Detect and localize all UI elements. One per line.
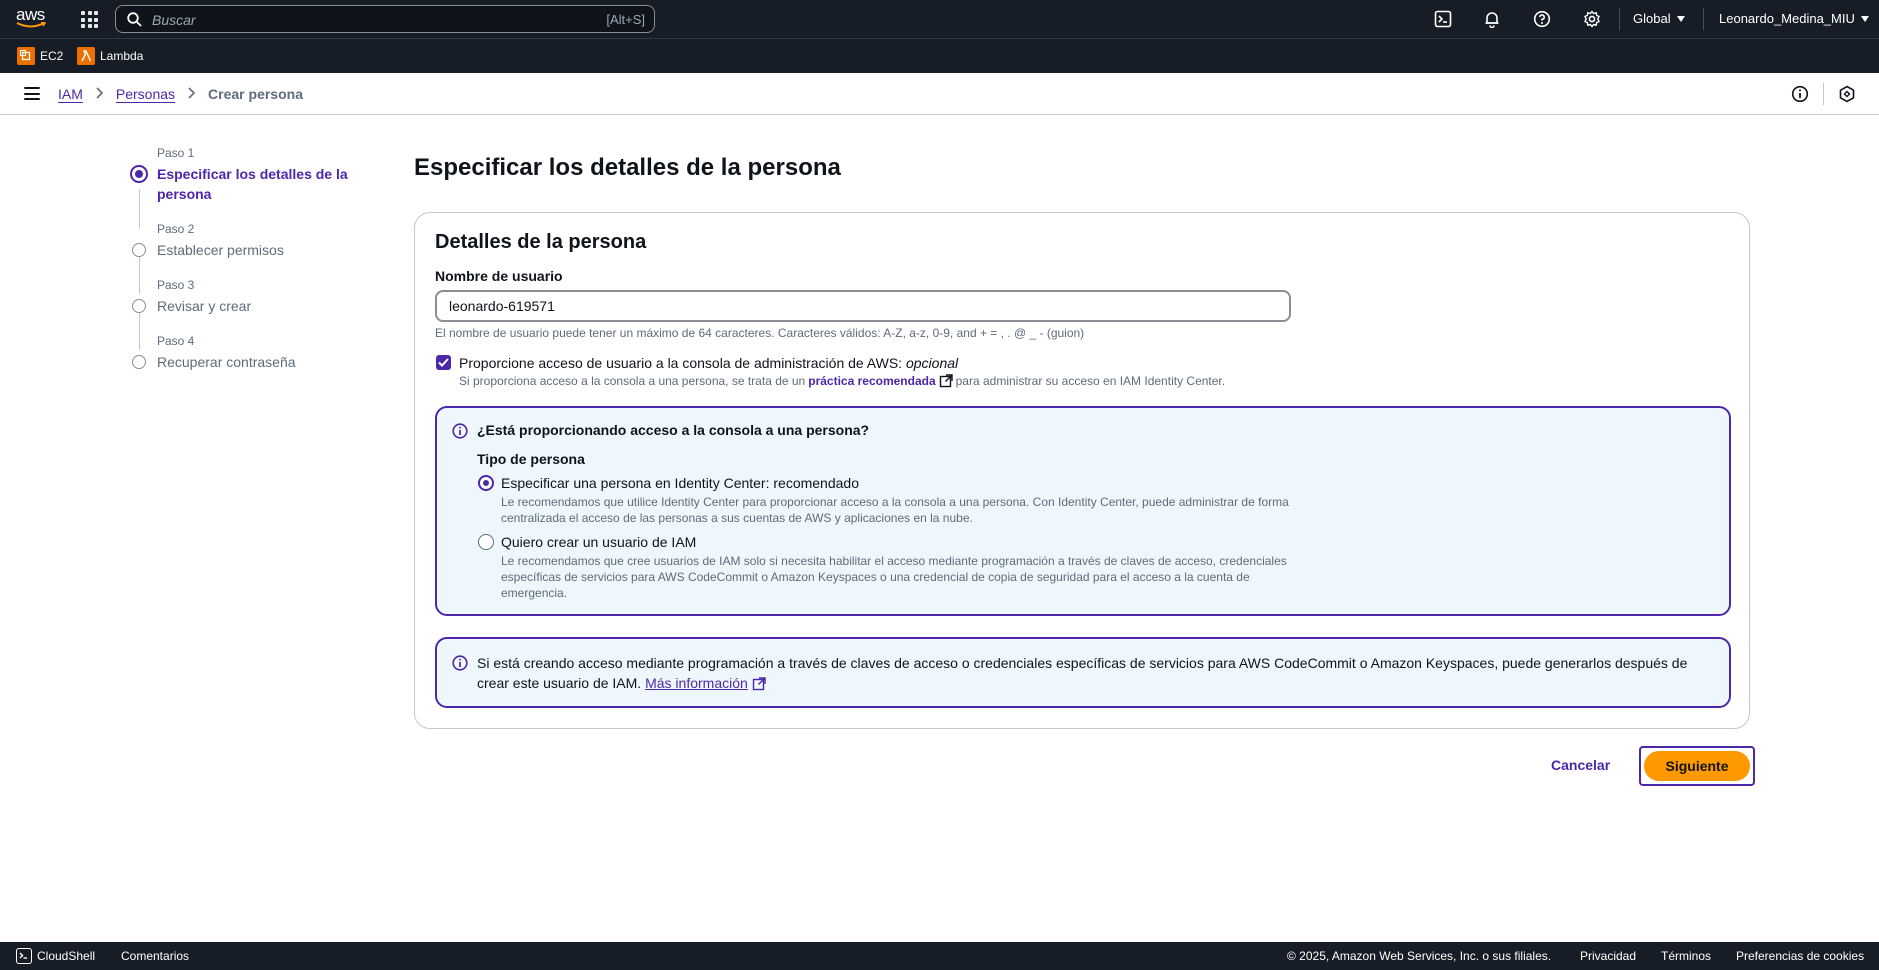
menu-icon[interactable]: [24, 87, 40, 100]
cloudshell-icon[interactable]: [16, 948, 32, 964]
info-icon[interactable]: [1791, 85, 1809, 103]
footer-cloudshell[interactable]: CloudShell: [37, 949, 95, 963]
breadcrumb-bar: IAM Personas Crear persona: [0, 73, 1879, 115]
favorite-label: Lambda: [100, 49, 144, 63]
chevron-right-icon: [187, 86, 196, 102]
user-details-panel: Detalles de la persona Nombre de usuario…: [414, 212, 1750, 729]
info-box-text: Si está creando acceso mediante programa…: [477, 653, 1707, 693]
chevron-down-icon: [1860, 15, 1869, 22]
option-identity-center-desc: Le recomendamos que utilice Identity Cen…: [501, 495, 1289, 525]
console-access-info-box: ¿Está proporcionando acceso a la consola…: [435, 406, 1731, 616]
person-type-label: Tipo de persona: [477, 451, 585, 467]
account-menu[interactable]: Leonardo_Medina_MIU: [1719, 11, 1869, 26]
step-indicator: [132, 243, 146, 257]
breadcrumb-current: Crear persona: [208, 86, 303, 102]
console-desc-before: Si proporciona acceso a la consola a una…: [459, 374, 806, 388]
aws-logo[interactable]: aws: [16, 5, 50, 31]
console-access-label[interactable]: Proporcione acceso de usuario a la conso…: [459, 355, 958, 371]
help-icon[interactable]: [1532, 9, 1552, 29]
breadcrumb-personas[interactable]: Personas: [116, 86, 175, 102]
optional-text: opcional: [905, 355, 959, 371]
cloudshell-icon[interactable]: [1433, 9, 1453, 29]
favorite-label: EC2: [40, 49, 64, 63]
breadcrumb: IAM Personas Crear persona: [58, 86, 303, 102]
learn-more-link[interactable]: Más información: [645, 675, 748, 691]
step-1: Paso 1 Especificar los detalles de la pe…: [130, 146, 372, 204]
account-name: Leonardo_Medina_MIU: [1719, 11, 1855, 26]
step-2: Paso 2 Establecer permisos: [130, 222, 284, 260]
step-indicator: [130, 165, 148, 183]
option-iam-user-desc: Le recomendamos que cree usuarios de IAM…: [501, 554, 1287, 600]
region-selector[interactable]: Global: [1633, 11, 1685, 26]
gear-icon[interactable]: [1582, 9, 1602, 29]
next-button[interactable]: Siguiente: [1644, 751, 1750, 781]
step-3: Paso 3 Revisar y crear: [130, 278, 251, 316]
footer: CloudShell Comentarios © 2025, Amazon We…: [0, 942, 1879, 970]
external-link-icon: [939, 374, 953, 388]
option-iam-user-title[interactable]: Quiero crear un usuario de IAM: [501, 534, 696, 550]
footer-copyright: © 2025, Amazon Web Services, Inc. o sus …: [1287, 949, 1552, 963]
username-input[interactable]: [435, 290, 1291, 322]
top-navigation: aws Buscar [Alt+S] Global Leonardo_Medin…: [0, 0, 1879, 38]
search-shortcut: [Alt+S]: [606, 12, 645, 27]
footer-terms[interactable]: Términos: [1661, 949, 1711, 963]
favorites-bar: EC2 Lambda: [0, 38, 1879, 73]
breadcrumb-iam[interactable]: IAM: [58, 86, 83, 102]
panel-title: Detalles de la persona: [435, 231, 647, 253]
footer-privacy[interactable]: Privacidad: [1580, 949, 1636, 963]
best-practice-link[interactable]: práctica recomendada: [808, 374, 935, 388]
next-button-focus-ring: Siguiente: [1639, 746, 1755, 786]
footer-feedback[interactable]: Comentarios: [121, 949, 189, 963]
search-placeholder: Buscar: [152, 12, 196, 28]
favorite-lambda[interactable]: Lambda: [77, 47, 143, 65]
bell-icon[interactable]: [1482, 9, 1502, 29]
ec2-icon: [17, 47, 35, 65]
step-indicator: [132, 355, 146, 369]
aws-logo-text: aws: [16, 5, 45, 24]
step-label: Paso 2: [157, 222, 195, 236]
info-icon: [452, 655, 468, 671]
chevron-down-icon: [1676, 15, 1685, 22]
info-icon: [452, 423, 468, 439]
notifications-panel-icon[interactable]: [1838, 85, 1856, 103]
cancel-button[interactable]: Cancelar: [1551, 757, 1610, 773]
step-4: Paso 4 Recuperar contraseña: [130, 334, 296, 372]
search-icon: [127, 12, 142, 27]
favorite-ec2[interactable]: EC2: [17, 47, 63, 65]
step-label: Paso 1: [157, 146, 195, 160]
external-link-icon: [752, 677, 766, 691]
step-indicator: [132, 299, 146, 313]
option-identity-center-title[interactable]: Especificar una persona en Identity Cent…: [501, 475, 859, 491]
username-label: Nombre de usuario: [435, 268, 563, 284]
step-title: Especificar los detalles de la persona: [157, 166, 348, 202]
step-title: Recuperar contraseña: [157, 354, 296, 370]
step-title: Establecer permisos: [157, 242, 284, 258]
footer-cookies[interactable]: Preferencias de cookies: [1736, 949, 1864, 963]
radio-identity-center[interactable]: [478, 475, 494, 491]
services-menu-icon[interactable]: [81, 11, 98, 28]
search-input[interactable]: Buscar [Alt+S]: [115, 5, 655, 33]
chevron-right-icon: [95, 86, 104, 102]
console-desc-after: para administrar su acceso en IAM Identi…: [955, 374, 1226, 388]
step-label: Paso 4: [157, 334, 195, 348]
info-box-title: ¿Está proporcionando acceso a la consola…: [477, 422, 870, 438]
username-hint: El nombre de usuario puede tener un máxi…: [435, 326, 1085, 340]
page-title: Especificar los detalles de la persona: [414, 154, 841, 181]
lambda-icon: [77, 47, 95, 65]
step-label: Paso 3: [157, 278, 195, 292]
radio-iam-user[interactable]: [478, 534, 494, 550]
console-access-checkbox[interactable]: [436, 355, 451, 370]
step-title: Revisar y crear: [157, 298, 252, 314]
programmatic-access-info-box: Si está creando acceso mediante programa…: [435, 637, 1731, 708]
region-label: Global: [1633, 11, 1671, 26]
console-access-text: Proporcione acceso de usuario a la conso…: [459, 355, 903, 371]
console-access-description: Si proporciona acceso a la consola a una…: [459, 374, 1225, 388]
